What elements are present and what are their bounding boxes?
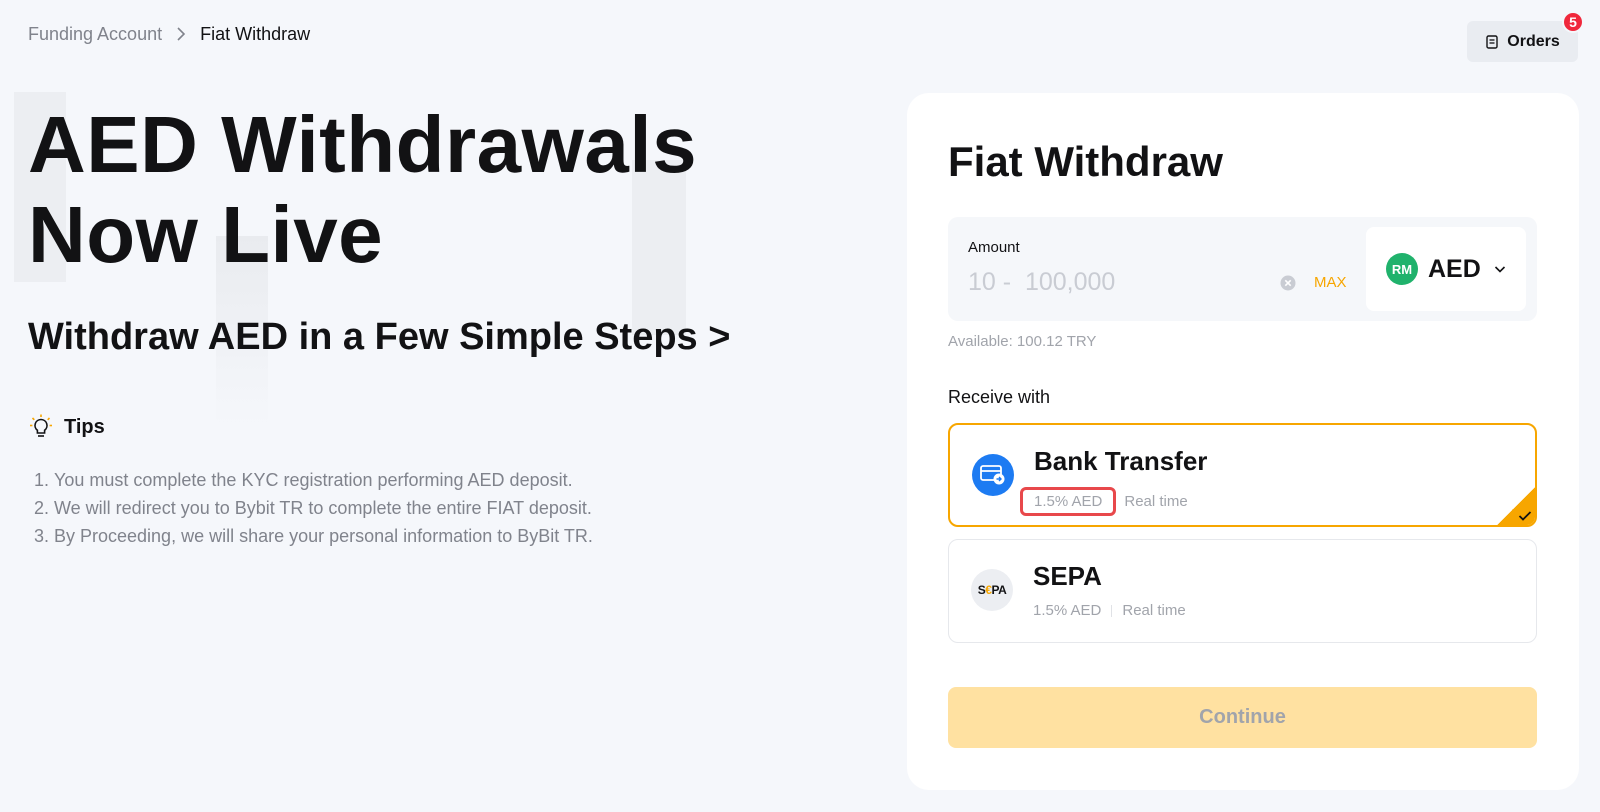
bank-card-icon xyxy=(972,454,1014,496)
available-balance: Available: 100.12 TRY xyxy=(948,333,1097,350)
clear-icon[interactable] xyxy=(1280,275,1296,291)
tip-text: You must complete the KYC registration p… xyxy=(54,470,573,490)
tip-text: By Proceeding, we will share your person… xyxy=(54,526,593,546)
fee-label-highlighted: 1.5% AED xyxy=(1020,487,1117,516)
fee-label: 1.5% AED xyxy=(1033,602,1102,619)
selected-marker xyxy=(1497,487,1535,525)
orders-label: Orders xyxy=(1507,32,1560,50)
max-button[interactable]: MAX xyxy=(1314,274,1347,291)
tip-number: 1. xyxy=(34,470,50,490)
check-icon xyxy=(1518,510,1532,522)
list-item: 3. By Proceeding, we will share your per… xyxy=(34,522,593,550)
sepa-logo-s: S xyxy=(977,583,986,597)
receive-with-label: Receive with xyxy=(948,387,1051,407)
amount-input[interactable] xyxy=(968,265,1268,299)
steps-guide-link[interactable]: Withdraw AED in a Few Simple Steps > xyxy=(28,314,730,360)
sepa-logo-icon: S € PA xyxy=(971,569,1013,611)
continue-button[interactable]: Continue xyxy=(948,687,1537,748)
tip-text: We will redirect you to Bybit TR to comp… xyxy=(54,498,592,518)
tip-number: 3. xyxy=(34,526,50,546)
method-bank-transfer[interactable]: Bank Transfer 1.5% AED Real time xyxy=(948,423,1537,527)
speed-label: Real time xyxy=(1124,493,1188,510)
method-name: SEPA xyxy=(1033,561,1102,591)
method-meta: 1.5% AED Real time xyxy=(1020,487,1188,516)
orders-count-badge: 5 xyxy=(1562,11,1584,33)
panel-title: Fiat Withdraw xyxy=(948,138,1223,185)
tips-title: Tips xyxy=(64,415,105,438)
amount-label: Amount xyxy=(968,239,1020,256)
lightbulb-icon xyxy=(30,414,52,440)
chevron-right-icon xyxy=(176,26,186,42)
breadcrumb: Funding Account Fiat Withdraw xyxy=(28,22,310,46)
method-meta: 1.5% AED Real time xyxy=(1033,602,1186,619)
list-item: 2. We will redirect you to Bybit TR to c… xyxy=(34,494,593,522)
tips-heading: Tips xyxy=(30,414,105,440)
speed-label: Real time xyxy=(1122,602,1186,619)
orders-button[interactable]: Orders 5 xyxy=(1467,11,1584,62)
list-item: 1. You must complete the KYC registratio… xyxy=(34,466,593,494)
breadcrumb-funding-account-link[interactable]: Funding Account xyxy=(28,22,162,46)
method-name: Bank Transfer xyxy=(1034,446,1208,476)
meta-divider xyxy=(1111,604,1113,617)
sepa-logo-rest: PA xyxy=(991,583,1007,597)
breadcrumb-current: Fiat Withdraw xyxy=(200,24,311,44)
tips-list: 1. You must complete the KYC registratio… xyxy=(34,466,593,550)
currency-select[interactable]: RM AED xyxy=(1366,227,1526,311)
hero-title: AED Withdrawals Now Live xyxy=(28,100,828,280)
currency-code: AED xyxy=(1428,254,1481,283)
amount-box: Amount MAX RM AED xyxy=(948,217,1537,321)
currency-logo: RM xyxy=(1386,253,1418,285)
hero-title-line1: AED Withdrawals xyxy=(28,100,698,189)
chevron-down-icon xyxy=(1493,262,1507,276)
tip-number: 2. xyxy=(34,498,50,518)
hero-title-line2: Now Live xyxy=(28,190,384,279)
fiat-withdraw-panel: Fiat Withdraw Amount MAX RM AED Availabl… xyxy=(907,93,1579,790)
document-icon xyxy=(1485,34,1499,49)
method-sepa[interactable]: S € PA SEPA 1.5% AED Real time xyxy=(948,539,1537,643)
